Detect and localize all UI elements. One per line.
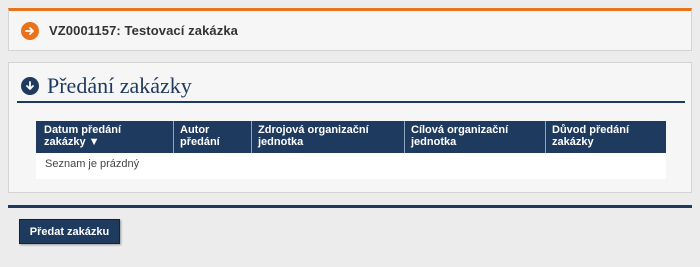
- section-header: Předání zakázky: [17, 71, 685, 103]
- order-header: VZ0001157: Testovací zakázka: [8, 8, 692, 51]
- section-title: Předání zakázky: [47, 73, 192, 98]
- divider: [8, 205, 692, 208]
- column-header-date[interactable]: Datum předání zakázky ▼: [36, 121, 173, 153]
- handover-order-button[interactable]: Předat zakázku: [19, 219, 120, 244]
- column-header-reason[interactable]: Důvod předání zakázky: [545, 121, 666, 153]
- column-header-author[interactable]: Autor předání: [173, 121, 251, 153]
- arrow-right-icon[interactable]: [21, 21, 39, 40]
- column-header-source-unit[interactable]: Zdrojová organizační jednotka: [251, 121, 404, 153]
- arrow-down-icon[interactable]: [21, 77, 39, 95]
- column-header-target-unit[interactable]: Cílová organizační jednotka: [404, 121, 545, 153]
- empty-list-message: Seznam je prázdný: [45, 158, 140, 170]
- table-header: Datum předání zakázky ▼ Autor předání Zd…: [36, 121, 666, 153]
- handover-section: Předání zakázky Datum předání zakázky ▼ …: [8, 62, 692, 193]
- order-title: VZ0001157: Testovací zakázka: [49, 23, 239, 38]
- handover-table: Datum předání zakázky ▼ Autor předání Zd…: [36, 121, 666, 179]
